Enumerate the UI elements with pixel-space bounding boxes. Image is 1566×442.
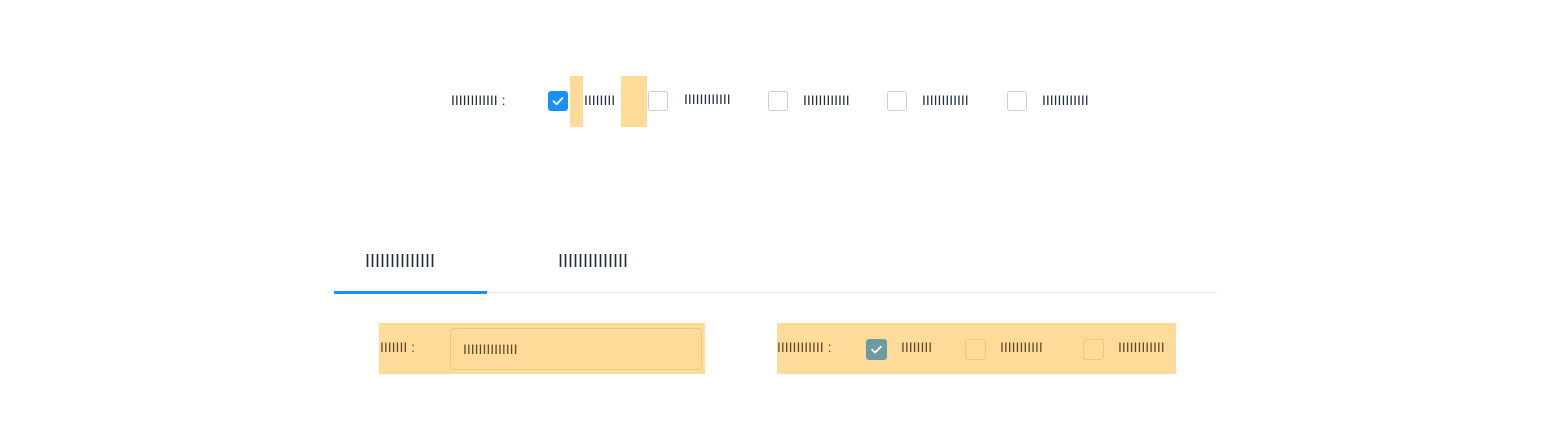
highlight-strip-right bbox=[621, 76, 647, 127]
form-checkbox-2-label[interactable]: IIIIIIIIIII bbox=[1000, 339, 1043, 355]
highlight-strip-left bbox=[570, 76, 583, 127]
form-checkbox-group-label: IIIIIIIIIIII : bbox=[777, 339, 832, 355]
tab-first[interactable]: IIIIIIIIIIIIII bbox=[365, 251, 435, 272]
form-checkbox-2[interactable] bbox=[965, 339, 986, 360]
checkbox-option-2-label[interactable]: IIIIIIIIIIII bbox=[684, 91, 731, 107]
checkbox-option-3-label[interactable]: IIIIIIIIIIII bbox=[803, 92, 850, 108]
form-checkbox-3[interactable] bbox=[1083, 339, 1104, 360]
checkbox-option-4-label[interactable]: IIIIIIIIIIII bbox=[922, 92, 969, 108]
form-checkbox-1-label[interactable]: IIIIIIII bbox=[901, 339, 932, 355]
tab-second[interactable]: IIIIIIIIIIIIII bbox=[558, 251, 628, 272]
check-icon bbox=[871, 345, 882, 354]
check-icon bbox=[552, 97, 564, 106]
checkbox-option-1[interactable] bbox=[548, 91, 568, 111]
form-checkbox-3-label[interactable]: IIIIIIIIIIII bbox=[1118, 339, 1165, 355]
checkbox-option-3[interactable] bbox=[768, 91, 788, 111]
checkbox-option-1-label[interactable]: IIIIIIII bbox=[584, 92, 615, 108]
form-checkbox-1[interactable] bbox=[866, 339, 887, 360]
active-tab-indicator bbox=[334, 291, 487, 294]
top-group-label: IIIIIIIIIIII : bbox=[451, 92, 506, 108]
form-field-label: IIIIIII : bbox=[380, 339, 416, 355]
checkbox-option-5-label[interactable]: IIIIIIIIIIII bbox=[1042, 92, 1089, 108]
form-text-input[interactable]: IIIIIIIIIIIIII bbox=[450, 328, 702, 370]
checkbox-option-4[interactable] bbox=[887, 91, 907, 111]
checkbox-option-5[interactable] bbox=[1007, 91, 1027, 111]
checkbox-option-2[interactable] bbox=[648, 91, 668, 111]
